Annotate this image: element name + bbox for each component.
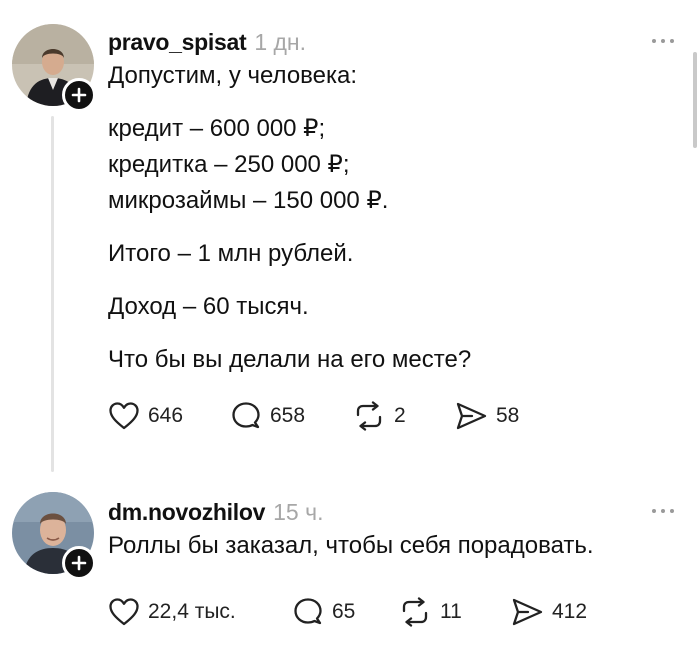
reply-count: 65: [332, 600, 356, 623]
username[interactable]: dm.novozhilov: [108, 499, 265, 526]
repost-count: 11: [440, 600, 462, 623]
heart-icon: [109, 402, 139, 430]
post-actions: 646 658 2 58: [108, 398, 519, 434]
share-icon: [512, 598, 543, 626]
post-actions: 22,4 тыс. 65 11 412: [108, 594, 587, 630]
plus-icon: [71, 555, 87, 571]
repost-count: 2: [394, 404, 406, 427]
comment-icon: [294, 598, 322, 625]
repost-icon: [356, 401, 382, 431]
repost-button[interactable]: 11: [398, 594, 510, 630]
like-count: 22,4 тыс.: [148, 600, 236, 623]
like-button[interactable]: 22,4 тыс.: [108, 594, 292, 630]
post-text-line: микрозаймы – 150 000 ₽.: [108, 187, 389, 214]
post: pravo_spisat 1 дн. Допустим, у человека:…: [0, 0, 700, 478]
heart-icon: [109, 598, 139, 626]
author-avatar[interactable]: [12, 492, 96, 580]
share-icon: [456, 402, 487, 430]
reply-button[interactable]: 65: [292, 594, 398, 630]
share-button[interactable]: 58: [454, 398, 519, 434]
follow-button[interactable]: [62, 78, 96, 112]
post: dm.novozhilov 15 ч. Роллы бы заказал, чт…: [0, 478, 700, 650]
repost-button[interactable]: 2: [352, 398, 454, 434]
post-text-line: Что бы вы делали на его месте?: [108, 346, 472, 373]
author-avatar[interactable]: [12, 24, 96, 112]
post-text-line: Доход – 60 тысяч.: [108, 293, 309, 320]
post-text-line: Итого – 1 млн рублей.: [108, 240, 354, 267]
share-button[interactable]: 412: [510, 594, 587, 630]
share-count: 412: [552, 600, 588, 623]
post-text-line: кредит – 600 000 ₽;: [108, 115, 326, 142]
username[interactable]: pravo_spisat: [108, 29, 247, 56]
like-count: 646: [148, 404, 184, 427]
plus-icon: [71, 87, 87, 103]
timestamp: 1 дн.: [254, 28, 307, 55]
post-text-line: Роллы бы заказал, чтобы себя порадовать.: [108, 532, 594, 559]
thread-line: [51, 116, 54, 472]
reply-count: 658: [270, 404, 306, 427]
timestamp: 15 ч.: [273, 498, 324, 525]
repost-icon: [402, 597, 428, 627]
more-icon[interactable]: [646, 498, 680, 524]
share-count: 58: [496, 404, 520, 427]
follow-button[interactable]: [62, 546, 96, 580]
post-text-line: кредитка – 250 000 ₽;: [108, 151, 350, 178]
post-text-line: Допустим, у человека:: [108, 62, 358, 89]
post-content: pravo_spisat 1 дн. Допустим, у человека:…: [108, 26, 680, 378]
reply-button[interactable]: 658: [230, 398, 352, 434]
comment-icon: [232, 402, 260, 429]
post-header: dm.novozhilov 15 ч.: [108, 496, 680, 528]
more-icon[interactable]: [646, 28, 680, 54]
post-header: pravo_spisat 1 дн.: [108, 26, 680, 58]
like-button[interactable]: 646: [108, 398, 230, 434]
post-content: dm.novozhilov 15 ч. Роллы бы заказал, чт…: [108, 496, 680, 564]
